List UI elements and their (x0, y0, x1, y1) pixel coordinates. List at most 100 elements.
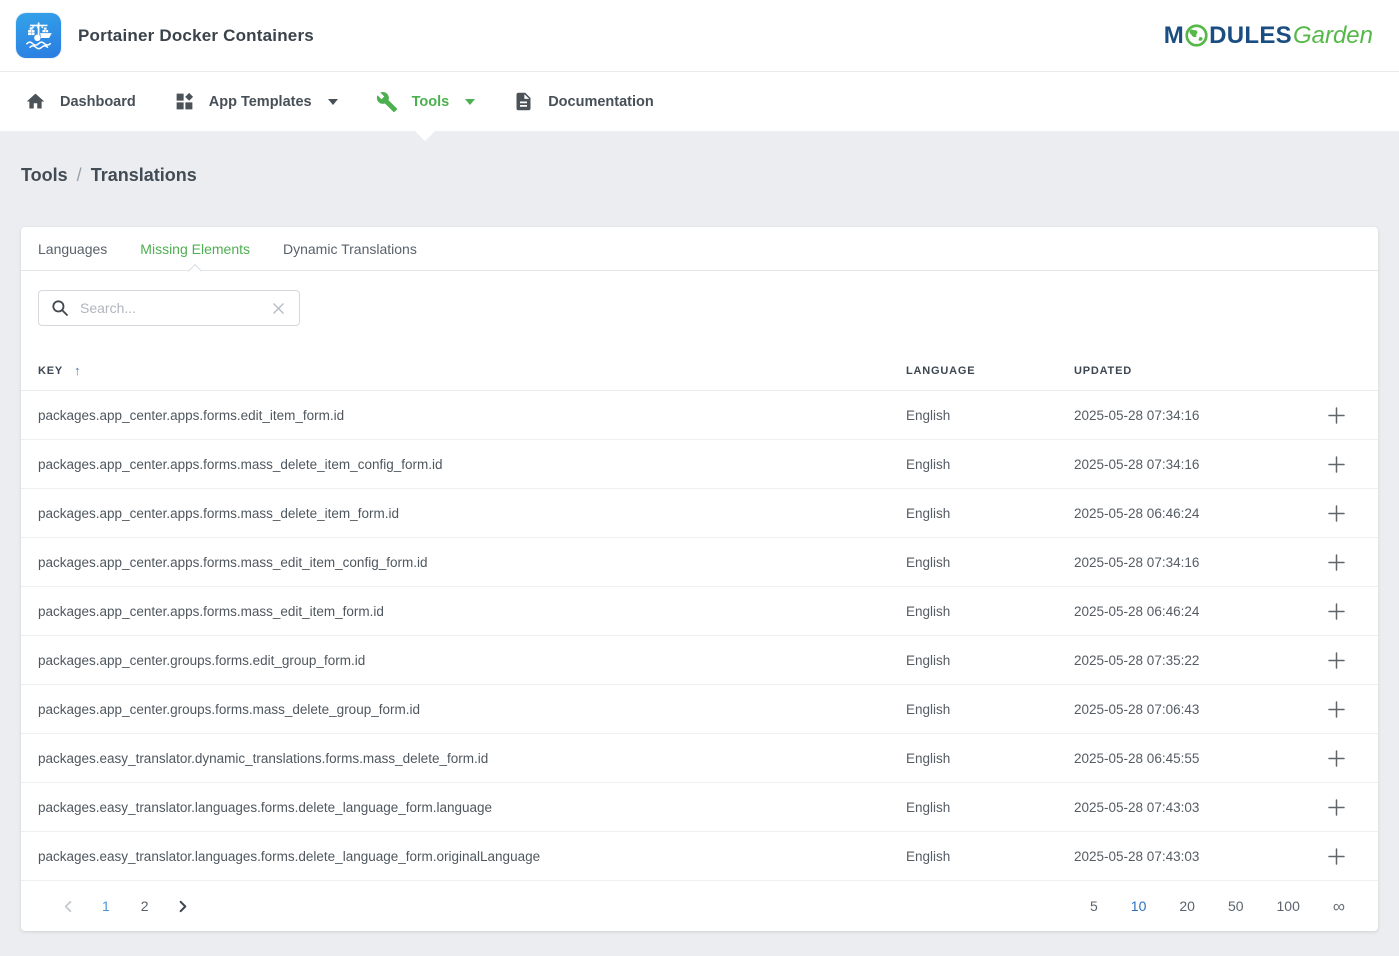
clear-search-button[interactable] (270, 300, 287, 317)
page-number-1[interactable]: 1 (93, 896, 119, 916)
main-nav: Dashboard App Templates Tools Documentat… (0, 72, 1399, 132)
tab-languages[interactable]: Languages (38, 227, 107, 270)
translation-key: packages.app_center.apps.forms.mass_dele… (38, 457, 906, 472)
add-translation-button[interactable] (1323, 402, 1350, 429)
page-size-50[interactable]: 50 (1225, 896, 1247, 916)
plus-icon (1327, 602, 1346, 621)
column-header-key[interactable]: KEY ↑ (38, 363, 906, 378)
chevron-down-icon (328, 99, 338, 105)
add-translation-button[interactable] (1323, 549, 1350, 576)
nav-label: Tools (412, 94, 450, 110)
column-header-updated[interactable]: UPDATED (1074, 365, 1306, 377)
table-toolbar (21, 271, 1378, 351)
translation-key: packages.app_center.groups.forms.edit_gr… (38, 653, 906, 668)
add-translation-button[interactable] (1323, 451, 1350, 478)
brand-text-dules: DULES (1209, 24, 1292, 48)
page-size-infinity-icon[interactable]: ∞ (1330, 896, 1348, 917)
plus-icon (1327, 455, 1346, 474)
search-input[interactable] (80, 300, 259, 316)
translation-key: packages.easy_translator.languages.forms… (38, 800, 906, 815)
table-row: packages.app_center.apps.forms.edit_item… (21, 391, 1378, 440)
row-language: English (906, 604, 1074, 619)
plus-icon (1327, 798, 1346, 817)
close-icon (272, 302, 285, 315)
ship-crane-icon (21, 18, 57, 54)
nav-item-documentation[interactable]: Documentation (494, 72, 673, 131)
translation-key: packages.app_center.apps.forms.mass_edit… (38, 604, 906, 619)
page-size-10[interactable]: 10 (1128, 896, 1150, 916)
next-page-button[interactable] (171, 897, 194, 916)
translation-key: packages.easy_translator.dynamic_transla… (38, 751, 906, 766)
translation-key: packages.app_center.groups.forms.mass_de… (38, 702, 906, 717)
table-row: packages.easy_translator.dynamic_transla… (21, 734, 1378, 783)
tab-dynamic-translations[interactable]: Dynamic Translations (283, 227, 417, 270)
add-translation-button[interactable] (1323, 794, 1350, 821)
globe-icon (1185, 24, 1208, 47)
breadcrumb-section[interactable]: Tools (21, 165, 68, 185)
translations-card: Languages Missing Elements Dynamic Trans… (21, 227, 1378, 931)
chevron-down-icon (465, 99, 475, 105)
row-language: English (906, 408, 1074, 423)
app-grid-icon (174, 91, 195, 112)
plus-icon (1327, 406, 1346, 425)
brand-text-garden: Garden (1293, 24, 1373, 48)
row-updated: 2025-05-28 07:35:22 (1074, 653, 1306, 668)
page-size-controls: 5 10 20 50 100 ∞ (1087, 896, 1348, 917)
nav-item-tools[interactable]: Tools (357, 72, 495, 131)
page-size-20[interactable]: 20 (1176, 896, 1198, 916)
table-row: packages.app_center.apps.forms.mass_edit… (21, 538, 1378, 587)
plus-icon (1327, 651, 1346, 670)
add-translation-button[interactable] (1323, 696, 1350, 723)
row-updated: 2025-05-28 07:34:16 (1074, 408, 1306, 423)
search-icon (51, 299, 69, 317)
add-translation-button[interactable] (1323, 745, 1350, 772)
table-header-row: KEY ↑ LANGUAGE UPDATED (21, 351, 1378, 391)
search-box (38, 290, 300, 326)
nav-item-app-templates[interactable]: App Templates (155, 72, 357, 131)
column-header-language[interactable]: LANGUAGE (906, 365, 1074, 377)
translation-key: packages.app_center.apps.forms.edit_item… (38, 408, 906, 423)
row-language: English (906, 555, 1074, 570)
page-size-5[interactable]: 5 (1087, 896, 1101, 916)
row-language: English (906, 800, 1074, 815)
app-brand: Portainer Docker Containers (16, 13, 314, 58)
nav-label: Documentation (548, 94, 654, 110)
row-language: English (906, 653, 1074, 668)
page-number-2[interactable]: 2 (132, 896, 158, 916)
table-row: packages.app_center.apps.forms.mass_edit… (21, 587, 1378, 636)
nav-item-dashboard[interactable]: Dashboard (6, 72, 155, 131)
translation-key: packages.app_center.apps.forms.mass_dele… (38, 506, 906, 521)
wrench-icon (376, 91, 398, 113)
row-updated: 2025-05-28 07:34:16 (1074, 555, 1306, 570)
table-row: packages.app_center.apps.forms.mass_dele… (21, 489, 1378, 538)
breadcrumb-page: Translations (91, 165, 197, 185)
page-title: Portainer Docker Containers (78, 26, 314, 46)
pagination-bar: 1 2 5 10 20 50 100 ∞ (21, 881, 1378, 931)
add-translation-button[interactable] (1323, 500, 1350, 527)
breadcrumb-separator: / (77, 165, 82, 185)
home-icon (25, 91, 46, 112)
table-row: packages.app_center.groups.forms.mass_de… (21, 685, 1378, 734)
row-updated: 2025-05-28 06:46:24 (1074, 506, 1306, 521)
row-language: English (906, 751, 1074, 766)
table-row: packages.easy_translator.languages.forms… (21, 832, 1378, 881)
sort-ascending-icon: ↑ (74, 363, 81, 378)
add-translation-button[interactable] (1323, 598, 1350, 625)
page-size-100[interactable]: 100 (1274, 896, 1303, 916)
row-language: English (906, 702, 1074, 717)
translation-key: packages.easy_translator.languages.forms… (38, 849, 906, 864)
add-translation-button[interactable] (1323, 843, 1350, 870)
page-controls: 1 2 (57, 896, 194, 916)
row-updated: 2025-05-28 07:34:16 (1074, 457, 1306, 472)
row-language: English (906, 849, 1074, 864)
app-header: Portainer Docker Containers M DULESGarde… (0, 0, 1399, 72)
app-logo-icon (16, 13, 61, 58)
row-language: English (906, 457, 1074, 472)
table-row: packages.app_center.groups.forms.edit_gr… (21, 636, 1378, 685)
brand-text-m: M (1164, 24, 1184, 48)
previous-page-button[interactable] (57, 897, 80, 916)
tab-missing-elements[interactable]: Missing Elements (140, 227, 250, 270)
tab-label: Missing Elements (140, 241, 250, 257)
add-translation-button[interactable] (1323, 647, 1350, 674)
row-language: English (906, 506, 1074, 521)
